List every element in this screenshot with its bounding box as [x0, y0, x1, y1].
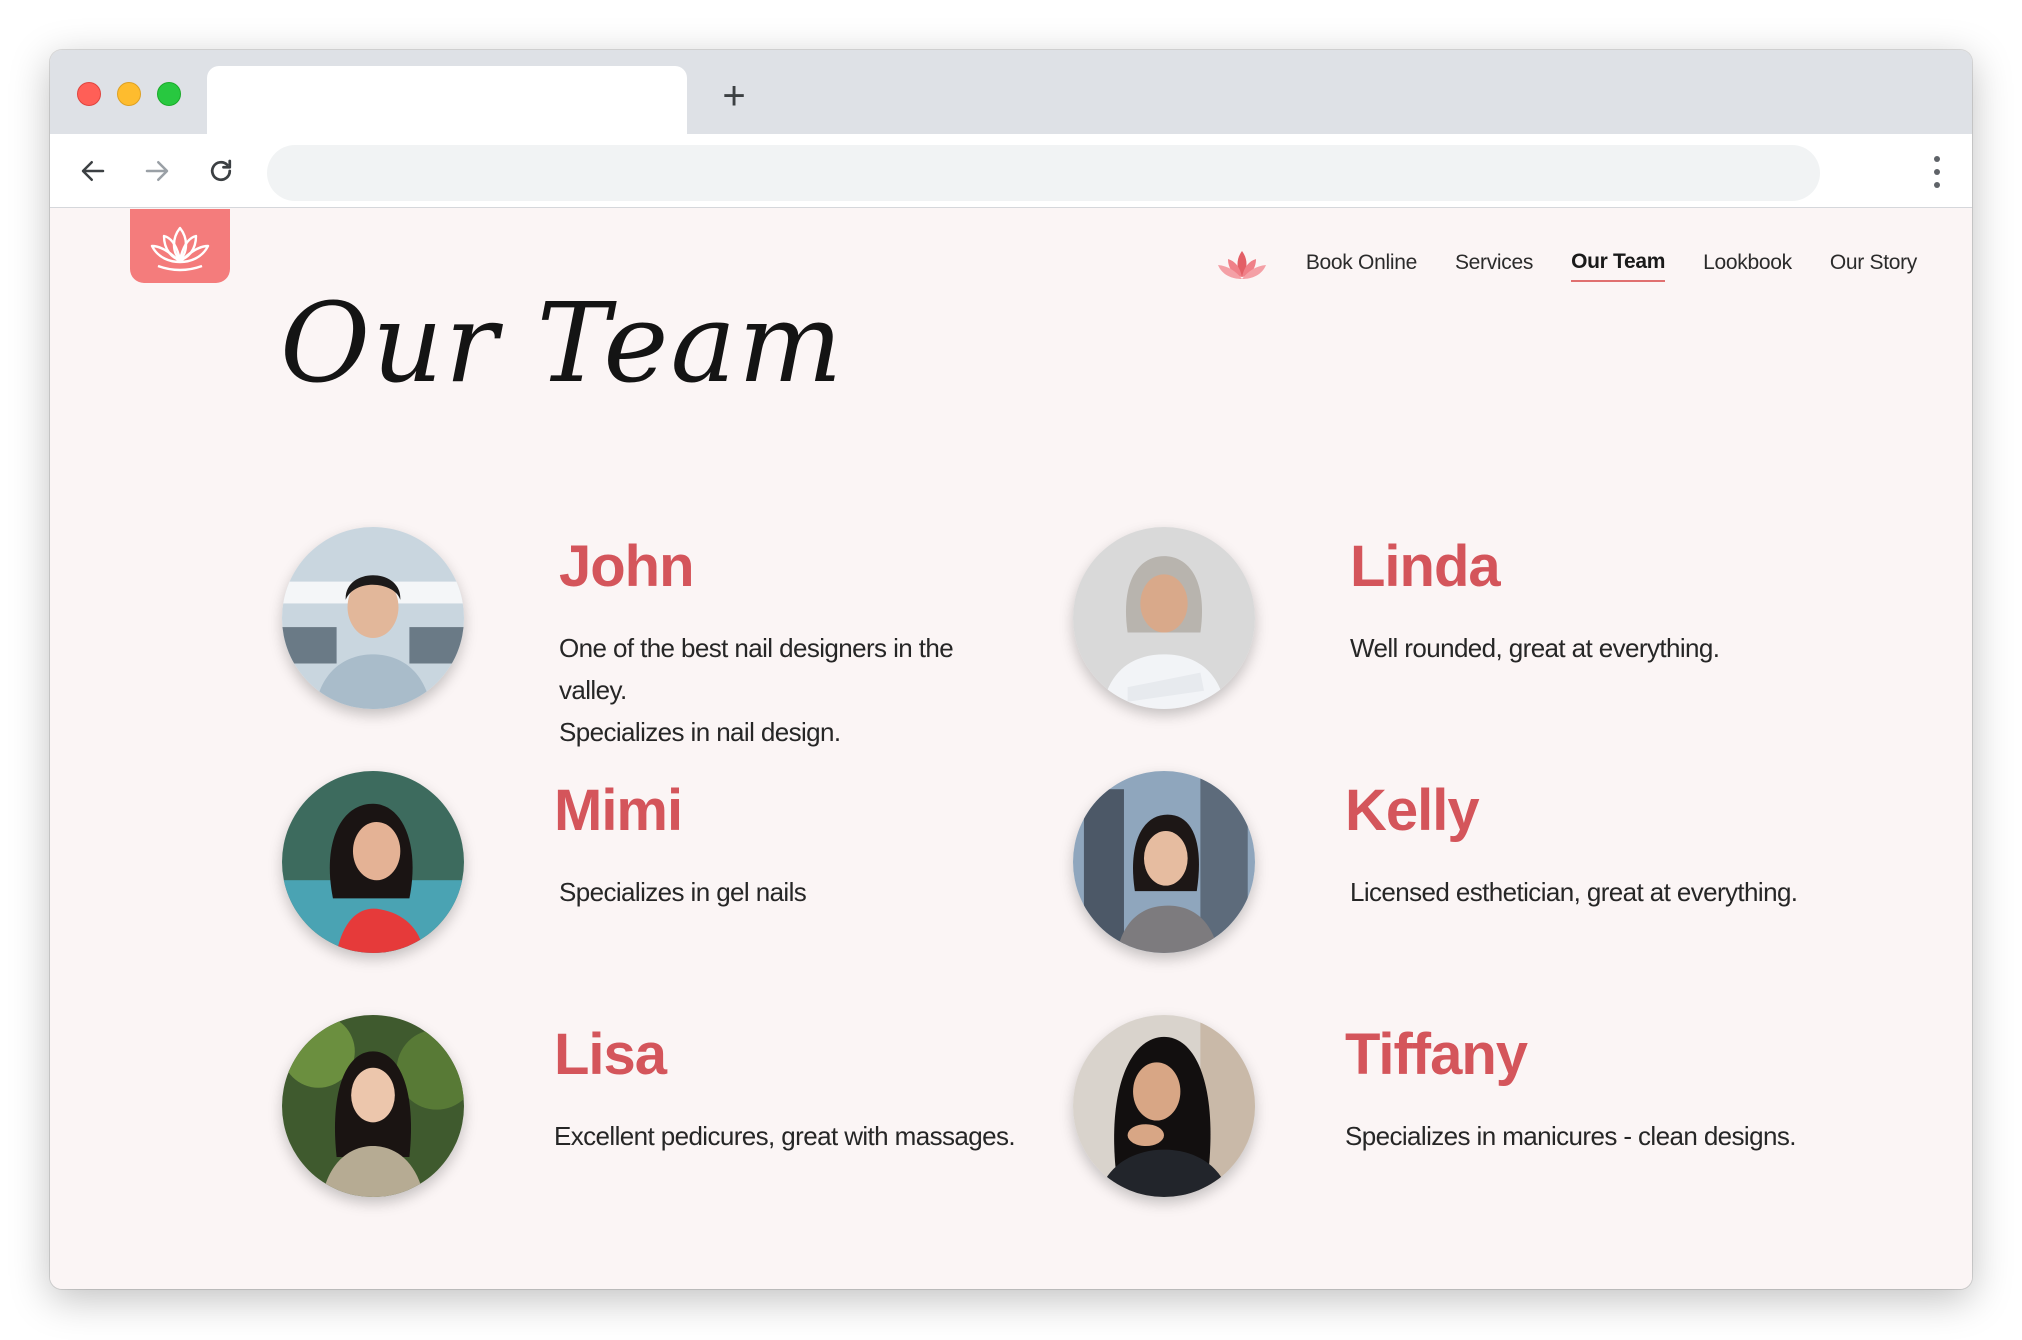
address-bar[interactable]: [267, 145, 1820, 201]
nav-logo[interactable]: [1216, 249, 1268, 283]
member-name: John: [559, 534, 695, 599]
description-line: Excellent pedicures, great with massages…: [554, 1121, 1016, 1151]
lotus-icon: [150, 226, 210, 272]
avatar: [282, 771, 464, 953]
team-member-card: John One of the best nail designers in t…: [282, 527, 1022, 747]
member-description: Excellent pedicures, great with massages…: [554, 1115, 1016, 1157]
new-tab-button[interactable]: +: [716, 76, 752, 116]
member-description: One of the best nail designers in the va…: [559, 627, 1022, 753]
member-name: Linda: [1350, 534, 1501, 599]
kebab-menu-icon[interactable]: [1932, 156, 1942, 188]
arrow-right-icon: [145, 161, 169, 181]
tab-strip: +: [50, 50, 1972, 134]
member-description: Well rounded, great at everything.: [1350, 627, 1720, 669]
team-member-card: Tiffany Specializes in manicures - clean…: [1073, 1015, 1813, 1205]
description-line: One of the best nail designers in the va…: [559, 633, 954, 705]
site-navigation: Book Online Services Our Team Lookbook O…: [1216, 249, 1917, 283]
description-line: Specializes in gel nails: [559, 877, 807, 907]
site-logo[interactable]: [130, 209, 230, 283]
description-line: Specializes in nail design.: [559, 717, 841, 747]
minimize-window-button[interactable]: [117, 82, 141, 106]
lotus-icon: [1217, 251, 1266, 279]
page-title: Our Team: [280, 279, 845, 407]
browser-toolbar: [50, 134, 1972, 208]
close-window-button[interactable]: [77, 82, 101, 106]
avatar: [1073, 527, 1255, 709]
team-member-card: Mimi Specializes in gel nails: [282, 771, 1022, 961]
maximize-window-button[interactable]: [157, 82, 181, 106]
arrow-left-icon: [81, 161, 105, 181]
reload-button[interactable]: [202, 152, 240, 190]
description-line: Specializes in manicures - clean designs…: [1345, 1121, 1796, 1151]
avatar: [282, 527, 464, 709]
team-member-card: Linda Well rounded, great at everything.: [1073, 527, 1813, 717]
nav-book-online[interactable]: Book Online: [1306, 251, 1417, 281]
team-member-card: Lisa Excellent pedicures, great with mas…: [282, 1015, 1022, 1205]
member-description: Licensed esthetician, great at everythin…: [1350, 871, 1798, 913]
member-name: Lisa: [554, 1022, 667, 1087]
avatar: [282, 1015, 464, 1197]
avatar: [1073, 1015, 1255, 1197]
member-description: Specializes in gel nails: [559, 871, 807, 913]
browser-window: + Book Online Services Our Team Lookbook…: [50, 50, 1972, 1289]
nav-services[interactable]: Services: [1455, 251, 1533, 281]
forward-button[interactable]: [138, 152, 176, 190]
member-name: Tiffany: [1345, 1022, 1528, 1087]
team-member-card: Kelly Licensed esthetician, great at eve…: [1073, 771, 1813, 961]
reload-icon: [210, 159, 232, 182]
member-name: Mimi: [554, 778, 683, 843]
description-line: Licensed esthetician, great at everythin…: [1350, 877, 1798, 907]
nav-our-story[interactable]: Our Story: [1830, 251, 1917, 281]
browser-tab[interactable]: [207, 66, 687, 134]
page-content: Book Online Services Our Team Lookbook O…: [50, 209, 1972, 1289]
member-name: Kelly: [1345, 778, 1480, 843]
member-description: Specializes in manicures - clean designs…: [1345, 1115, 1796, 1157]
nav-our-team[interactable]: Our Team: [1571, 250, 1665, 282]
back-button[interactable]: [74, 152, 112, 190]
avatar: [1073, 771, 1255, 953]
description-line: Well rounded, great at everything.: [1350, 633, 1720, 663]
nav-lookbook[interactable]: Lookbook: [1703, 251, 1792, 281]
